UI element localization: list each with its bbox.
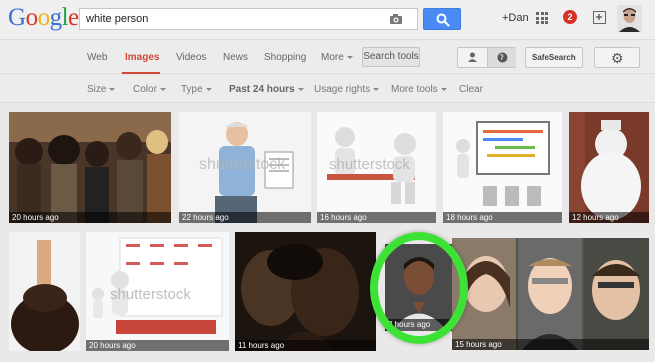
avatar[interactable] xyxy=(617,5,642,32)
image-result[interactable] xyxy=(9,232,80,351)
image-result[interactable]: shutterstock 16 hours ago xyxy=(317,112,436,223)
globe-filter-button[interactable] xyxy=(487,48,516,67)
tab-videos[interactable]: Videos xyxy=(176,52,206,63)
filter-bar: Size Color Type Past 24 hours Usage rights Mo… xyxy=(0,75,655,103)
watermark: shutterstock xyxy=(110,286,191,303)
notifications-badge[interactable]: 2 xyxy=(563,10,577,24)
filter-size[interactable]: Size xyxy=(87,84,116,95)
magnifier-icon xyxy=(436,13,450,27)
filter-label: Size xyxy=(87,84,107,95)
filter-type[interactable]: Type xyxy=(181,84,212,95)
filter-label: Clear xyxy=(459,84,483,95)
safesearch-label: SafeSearch xyxy=(532,53,576,62)
image-result[interactable]: 11 hours ago xyxy=(235,232,376,351)
image-result[interactable]: 12 hours ago xyxy=(569,112,649,223)
tab-news[interactable]: News xyxy=(223,52,248,63)
filter-more-tools[interactable]: More tools xyxy=(391,84,447,95)
filter-label: Usage rights xyxy=(314,84,371,95)
result-timestamp: 18 hours ago xyxy=(443,212,562,223)
watermark: shutterstock xyxy=(329,156,410,173)
result-thumbnail xyxy=(452,238,649,350)
chevron-down-icon xyxy=(159,87,166,91)
image-result[interactable]: 20 hours ago xyxy=(9,112,171,223)
share-plus-icon[interactable] xyxy=(593,11,606,24)
highlight-circle xyxy=(370,232,468,344)
google-logo[interactable]: Google xyxy=(8,4,79,32)
result-thumbnail xyxy=(9,232,80,351)
result-thumbnail xyxy=(9,112,171,223)
result-thumbnail xyxy=(235,232,376,351)
result-timestamp: 11 hours ago xyxy=(235,340,376,351)
results-type-toggle[interactable] xyxy=(457,47,516,68)
chevron-down-icon xyxy=(109,87,116,91)
logo-letter: o xyxy=(37,4,51,31)
search-button[interactable] xyxy=(423,8,461,30)
result-thumbnail xyxy=(569,112,649,223)
camera-icon[interactable] xyxy=(389,13,403,25)
filter-time-range[interactable]: Past 24 hours xyxy=(229,84,304,95)
chevron-down-icon xyxy=(373,87,380,91)
result-thumbnail xyxy=(443,112,562,223)
result-timestamp: 15 hours ago xyxy=(452,339,649,350)
result-timestamp: 16 hours ago xyxy=(317,212,436,223)
person-filter-button[interactable] xyxy=(458,48,487,67)
logo-letter: G xyxy=(8,4,26,31)
image-result[interactable]: 15 hours ago xyxy=(452,238,649,350)
user-profile-link[interactable]: +Dan xyxy=(502,12,529,24)
globe-icon xyxy=(497,52,508,63)
tab-images[interactable]: Images xyxy=(125,52,159,63)
result-timestamp: 12 hours ago xyxy=(569,212,649,223)
chevron-down-icon xyxy=(346,55,353,59)
watermark: shutterstock xyxy=(199,156,286,173)
filter-clear[interactable]: Clear xyxy=(459,84,483,95)
filter-label: More tools xyxy=(391,84,438,95)
search-tools-button[interactable]: Search tools xyxy=(362,47,420,67)
image-result[interactable]: 18 hours ago xyxy=(443,112,562,223)
tab-more[interactable]: More xyxy=(321,52,353,63)
tab-more-label: More xyxy=(321,52,344,63)
person-icon xyxy=(468,52,477,62)
filter-label: Color xyxy=(133,84,157,95)
gear-icon: ⚙ xyxy=(611,50,624,66)
chevron-down-icon xyxy=(297,87,304,91)
image-result[interactable]: shutterstock 22 hours ago xyxy=(179,112,311,223)
search-input[interactable] xyxy=(86,11,376,27)
filter-label: Past 24 hours xyxy=(229,84,295,95)
tab-web[interactable]: Web xyxy=(87,52,107,63)
logo-letter: e xyxy=(68,4,79,31)
chevron-down-icon xyxy=(440,87,447,91)
settings-button[interactable]: ⚙ xyxy=(594,47,640,68)
chevron-down-icon xyxy=(205,87,212,91)
search-box[interactable] xyxy=(79,8,418,30)
result-timestamp: 20 hours ago xyxy=(86,340,229,351)
tab-shopping[interactable]: Shopping xyxy=(264,52,306,63)
apps-grid-icon[interactable] xyxy=(536,12,548,24)
filter-color[interactable]: Color xyxy=(133,84,166,95)
filter-label: Type xyxy=(181,84,203,95)
result-timestamp: 20 hours ago xyxy=(9,212,171,223)
search-nav: Web Images Videos News Shopping More Sea… xyxy=(0,41,655,79)
filter-usage-rights[interactable]: Usage rights xyxy=(314,84,380,95)
result-timestamp: 22 hours ago xyxy=(179,212,311,223)
logo-letter: o xyxy=(25,4,39,31)
image-result[interactable]: shutterstock 20 hours ago xyxy=(86,232,229,351)
logo-letter: g xyxy=(49,4,63,31)
safesearch-dropdown[interactable]: SafeSearch xyxy=(525,47,583,79)
top-bar: Google +Dan 2 xyxy=(0,0,655,40)
active-tab-indicator xyxy=(122,72,160,74)
